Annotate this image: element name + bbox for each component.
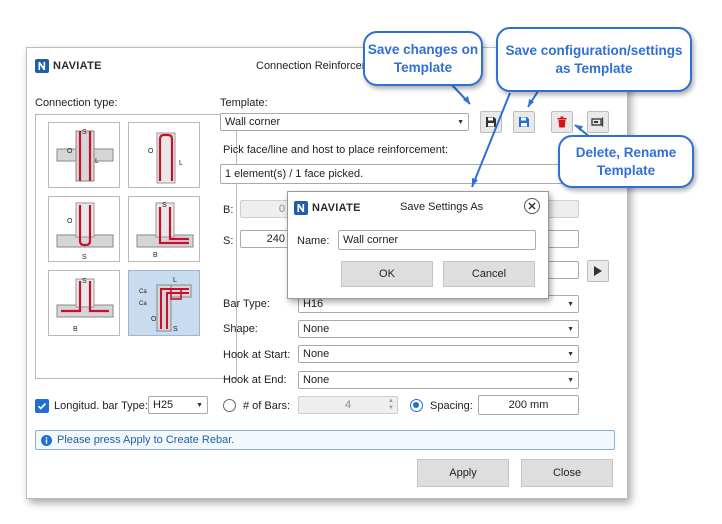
callout-save-changes: Save changes on Template bbox=[363, 31, 483, 86]
callout-save-config: Save configuration/settings as Template bbox=[496, 27, 692, 92]
callout-delete-rename: Delete, Rename Template bbox=[558, 135, 694, 188]
